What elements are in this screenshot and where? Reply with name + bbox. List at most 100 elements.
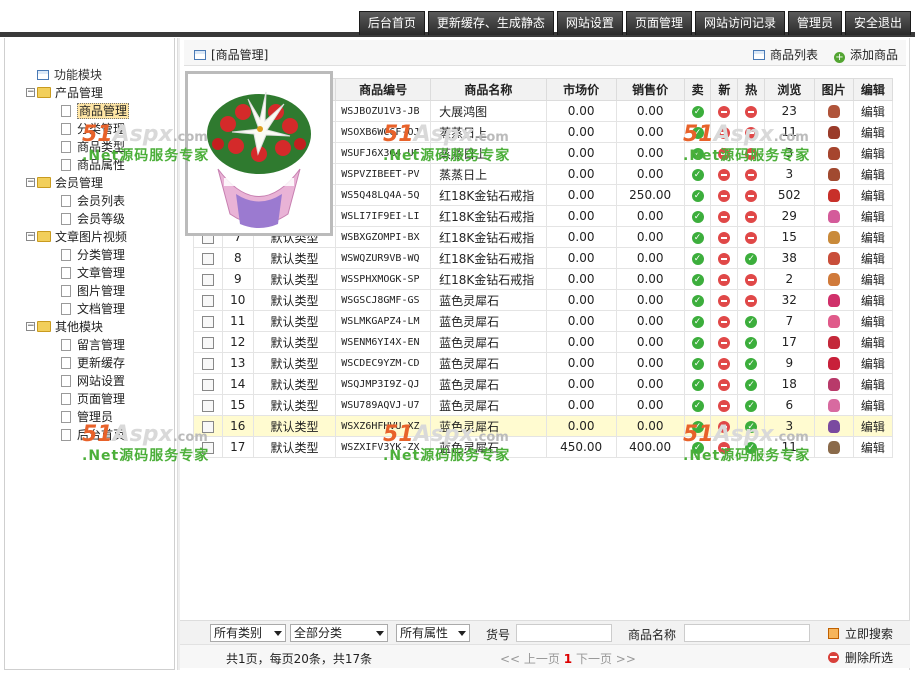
sidebar-item[interactable]: 文档管理 [21,300,129,318]
product-thumbnail[interactable] [827,147,840,160]
edit-link[interactable]: 编辑 [852,289,894,311]
cross-icon[interactable] [718,189,731,202]
cross-icon[interactable] [745,231,758,244]
cross-icon[interactable] [718,420,731,433]
cross-icon[interactable] [718,147,731,160]
table-row[interactable]: 14 默认类型 WSQJMP3I9Z-QJ 蓝色灵犀石 0.00 0.00 ✓ ✓ 18 编辑 [193,373,894,395]
table-row[interactable]: 13 默认类型 WSCDEC9YZM-CD 蓝色灵犀石 0.00 0.00 ✓ ✓ 9 编辑 [193,352,894,374]
row-image[interactable] [813,226,854,248]
row-hot-flag[interactable]: ✓ [737,436,766,458]
sidebar-item[interactable]: 会员列表 [21,192,129,210]
row-hot-flag[interactable] [737,121,766,143]
check-icon[interactable]: ✓ [745,357,758,370]
row-hot-flag[interactable] [737,226,766,248]
table-row[interactable]: 8 默认类型 WSWQZUR9VB-WQ 红18K金钻石戒指 0.00 0.00 ✓ ✓ 38 编… [193,247,894,269]
cross-icon[interactable] [718,315,731,328]
cross-icon[interactable] [745,168,758,181]
sidebar-item[interactable]: 会员等级 [21,210,129,228]
table-row[interactable]: 9 默认类型 WSSPHXMOGK-SP 红18K金钻石戒指 0.00 0.00 ✓ 2 编辑 [193,268,894,290]
prev-page-link[interactable]: << 上一页 [500,652,560,666]
product-list-link[interactable]: 商品列表 [752,46,818,63]
sidebar-item[interactable]: 网站设置 [21,372,129,390]
cross-icon[interactable] [745,210,758,223]
cross-icon[interactable] [718,294,731,307]
row-hot-flag[interactable] [737,142,766,164]
row-sell-flag[interactable]: ✓ [683,142,712,164]
cross-icon[interactable] [718,126,731,139]
row-sell-flag[interactable]: ✓ [683,184,712,206]
row-image[interactable] [813,289,854,311]
search-button[interactable]: 立即搜索 [828,625,893,642]
row-new-flag[interactable] [710,436,739,458]
check-icon[interactable]: ✓ [691,231,704,244]
select-checkbox[interactable] [201,294,214,307]
row-new-flag[interactable] [710,121,739,143]
row-hot-flag[interactable]: ✓ [737,310,766,332]
row-new-flag[interactable] [710,100,739,122]
collapse-icon[interactable]: − [26,88,35,97]
table-row[interactable]: 11 默认类型 WSLMKGAPZ4-LM 蓝色灵犀石 0.00 0.00 ✓ ✓ 7 编辑 [193,310,894,332]
table-row[interactable]: 16 默认类型 WSXZ6HFHVU-XZ 蓝色灵犀石 0.00 0.00 ✓ ✓ 3 编辑 [193,415,894,437]
select-checkbox[interactable] [201,252,214,265]
row-checkbox[interactable] [193,331,223,353]
sidebar-item[interactable]: 后台首页 [21,426,129,444]
nav-tab[interactable]: 管理员 [787,11,842,35]
row-sell-flag[interactable]: ✓ [683,436,712,458]
product-thumbnail[interactable] [827,189,840,202]
row-new-flag[interactable] [710,373,739,395]
cross-icon[interactable] [718,273,731,286]
check-icon[interactable]: ✓ [691,441,704,454]
row-sell-flag[interactable]: ✓ [683,121,712,143]
code-input[interactable] [516,624,612,642]
check-icon[interactable]: ✓ [691,147,704,160]
cross-icon[interactable] [718,210,731,223]
edit-link[interactable]: 编辑 [852,415,894,437]
row-sell-flag[interactable]: ✓ [683,226,712,248]
row-checkbox[interactable] [193,394,223,416]
row-sell-flag[interactable]: ✓ [683,268,712,290]
edit-link[interactable]: 编辑 [852,121,894,143]
row-sell-flag[interactable]: ✓ [683,415,712,437]
edit-link[interactable]: 编辑 [852,436,894,458]
row-sell-flag[interactable]: ✓ [683,331,712,353]
row-sell-flag[interactable]: ✓ [683,289,712,311]
select-checkbox[interactable] [201,336,214,349]
delete-selected-button[interactable]: 删除所选 [828,649,893,666]
row-checkbox[interactable] [193,352,223,374]
collapse-icon[interactable]: − [26,232,35,241]
edit-link[interactable]: 编辑 [852,142,894,164]
row-new-flag[interactable] [710,310,739,332]
product-thumbnail[interactable] [827,420,840,433]
row-sell-flag[interactable]: ✓ [683,205,712,227]
product-thumbnail[interactable] [827,105,840,118]
cross-icon[interactable] [718,168,731,181]
row-image[interactable] [813,163,854,185]
select-checkbox[interactable] [201,420,214,433]
nav-tab[interactable]: 后台首页 [358,11,425,35]
row-new-flag[interactable] [710,394,739,416]
row-hot-flag[interactable]: ✓ [737,247,766,269]
row-checkbox[interactable] [193,415,223,437]
product-thumbnail[interactable] [827,210,840,223]
cross-icon[interactable] [745,189,758,202]
row-image[interactable] [813,310,854,332]
product-thumbnail[interactable] [827,294,840,307]
edit-link[interactable]: 编辑 [852,268,894,290]
check-icon[interactable]: ✓ [691,315,704,328]
check-icon[interactable]: ✓ [691,252,704,265]
attribute-select[interactable]: 所有属性 [396,624,470,642]
product-thumbnail[interactable] [827,252,840,265]
row-image[interactable] [813,436,854,458]
row-image[interactable] [813,331,854,353]
nav-tab[interactable]: 网站访问记录 [694,11,785,35]
row-sell-flag[interactable]: ✓ [683,310,712,332]
sidebar-item[interactable]: 更新缓存 [21,354,129,372]
sidebar-item[interactable]: 商品属性 [21,156,129,174]
row-sell-flag[interactable]: ✓ [683,163,712,185]
table-row[interactable]: 17 默认类型 WSZXIFV3YK-ZX 蓝色灵犀石 450.00 400.00 ✓ ✓ 11… [193,436,894,458]
cross-icon[interactable] [745,126,758,139]
row-image[interactable] [813,415,854,437]
row-new-flag[interactable] [710,184,739,206]
row-image[interactable] [813,352,854,374]
class-select[interactable]: 全部分类 [290,624,388,642]
